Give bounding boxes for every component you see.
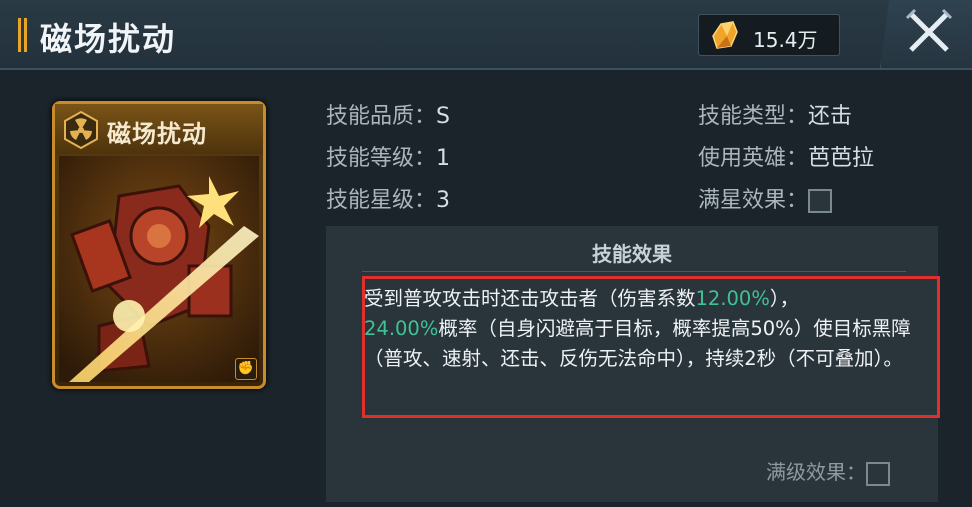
skill-star-row: 技能星级：3 (326, 182, 450, 214)
skill-level-row: 技能等级：1 (326, 140, 450, 172)
effect-text-part: 受到普攻攻击时还击攻击者（伤害系数 (364, 287, 696, 310)
skill-star-value: 3 (436, 188, 451, 213)
effect-probability: 24.00% (364, 317, 439, 340)
fist-icon: ✊ (235, 358, 257, 380)
currency-value: 15.4万 (753, 28, 818, 52)
hero-label: 使用英雄： (698, 146, 809, 171)
effect-text-part: 概率（自身闪避高于目标，概率提高50%）使目标黑障（普攻、速射、还击、反伤无法命… (364, 317, 911, 370)
full-star-label: 满星效果： (698, 188, 809, 213)
max-level-label: 满级效果： (766, 460, 866, 484)
skill-quality-row: 技能品质：S (326, 98, 450, 130)
effect-text-part: ）， (769, 287, 800, 310)
skill-star-label: 技能星级： (326, 188, 437, 213)
radiation-emblem-icon (64, 110, 98, 150)
gold-crystal-icon (712, 21, 738, 49)
close-button[interactable] (880, 0, 972, 68)
currency-display[interactable]: 15.4万 (698, 14, 840, 56)
card-header: 磁场扰动 (55, 104, 263, 154)
effect-title: 技能效果 (592, 242, 672, 266)
title-bar: 磁场扰动 15.4万 (0, 0, 972, 70)
full-star-checkbox[interactable] (808, 189, 833, 213)
max-level-checkbox[interactable] (866, 461, 890, 486)
skill-level-value: 1 (436, 146, 451, 171)
skill-type-label: 技能类型： (698, 104, 809, 129)
max-level-effect-row: 满级效果： (766, 456, 890, 486)
skill-level-label: 技能等级： (326, 146, 437, 171)
skill-type-value: 还击 (808, 104, 853, 129)
title-accent-bar (18, 18, 27, 52)
mech-illustration (59, 156, 259, 382)
effect-description: 受到普攻攻击时还击攻击者（伤害系数12.00%）， 24.00%概率（自身闪避高于… (364, 284, 924, 374)
effect-damage-coefficient: 12.00% (695, 287, 770, 310)
skill-quality-value: S (436, 104, 450, 129)
skill-quality-label: 技能品质： (326, 104, 437, 129)
skill-effect-panel: 技能效果 受到普攻攻击时还击攻击者（伤害系数12.00%）， 24.00%概率（自… (326, 226, 940, 502)
card-title: 磁场扰动 (107, 119, 207, 148)
page-title: 磁场扰动 (40, 20, 177, 58)
effect-divider (362, 271, 906, 272)
hero-value: 芭芭拉 (808, 146, 875, 171)
skill-card: 磁场扰动 ✊ (52, 101, 266, 389)
skill-type-row: 技能类型：还击 (698, 98, 852, 130)
full-star-row: 满星效果： (698, 182, 833, 214)
crossed-swords-close-icon (905, 8, 953, 52)
hero-row: 使用英雄：芭芭拉 (698, 140, 874, 172)
